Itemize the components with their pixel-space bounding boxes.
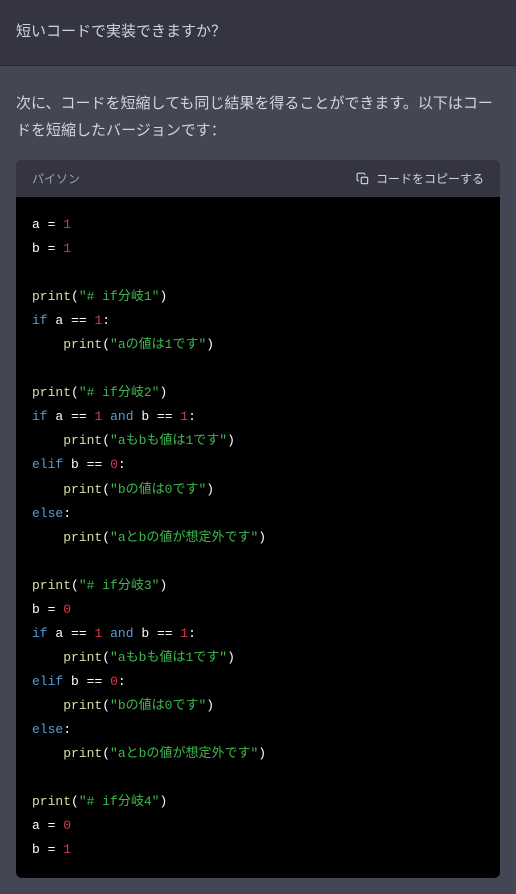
code-line: else: [32, 506, 71, 521]
code-line: print("aの値は1です") [32, 337, 214, 352]
code-line: else: [32, 722, 71, 737]
code-line: print("aもbも値は1です") [32, 650, 235, 665]
code-line: print("# if分岐3") [32, 578, 167, 593]
code-language-label: パイソン [32, 170, 80, 187]
code-line: b = 0 [32, 602, 71, 617]
code-line: elif b == 0: [32, 457, 126, 472]
code-line: if a == 1 and b == 1: [32, 409, 196, 424]
code-line: a = 1 [32, 217, 71, 232]
clipboard-icon [356, 172, 370, 186]
code-line: print("aとbの値が想定外です") [32, 530, 266, 545]
code-line: print("bの値は0です") [32, 698, 214, 713]
code-line: if a == 1: [32, 313, 110, 328]
code-line: b = 1 [32, 241, 71, 256]
code-content[interactable]: a = 1 b = 1 print("# if分岐1") if a == 1: … [16, 197, 500, 878]
code-line: print("aもbも値は1です") [32, 433, 235, 448]
code-line: print("# if分岐1") [32, 289, 167, 304]
code-line: b = 1 [32, 842, 71, 857]
code-line: print("bの値は0です") [32, 482, 214, 497]
code-line: print("aとbの値が想定外です") [32, 746, 266, 761]
assistant-text: 次に、コードを短縮しても同じ結果を得ることができます。以下はコードを短縮したバー… [16, 90, 500, 144]
user-message-text: 短いコードで実装できますか？ [16, 23, 226, 40]
code-header: パイソン コードをコピーする [16, 160, 500, 197]
code-line: if a == 1 and b == 1: [32, 626, 196, 641]
copy-code-label: コードをコピーする [376, 170, 484, 187]
code-line: a = 0 [32, 818, 71, 833]
code-line: elif b == 0: [32, 674, 126, 689]
code-line: print("# if分岐4") [32, 794, 167, 809]
code-block: パイソン コードをコピーする a = 1 b = 1 print("# if分岐… [16, 160, 500, 878]
code-line: print("# if分岐2") [32, 385, 167, 400]
assistant-message: 次に、コードを短縮しても同じ結果を得ることができます。以下はコードを短縮したバー… [0, 66, 516, 894]
user-message: 短いコードで実装できますか？ [0, 0, 516, 66]
copy-code-button[interactable]: コードをコピーする [356, 170, 484, 187]
